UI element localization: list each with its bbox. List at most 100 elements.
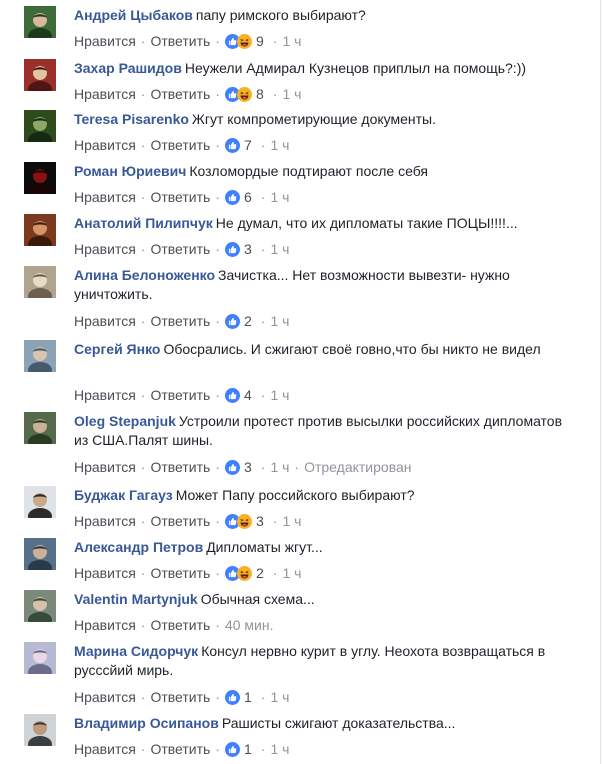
reactions-summary[interactable]: 9 (224, 32, 264, 50)
comment-author-link[interactable]: Захар Рашидов (74, 60, 182, 76)
comment-text: папу римского выбирают? (195, 7, 366, 23)
like-link[interactable]: Нравится (74, 512, 136, 530)
reply-link[interactable]: Ответить (150, 32, 210, 50)
avatar[interactable] (24, 642, 56, 674)
comment-timestamp[interactable]: 40 мин. (225, 616, 274, 634)
avatar[interactable] (24, 340, 56, 372)
reactions-summary[interactable]: 3 (224, 458, 252, 476)
reply-link[interactable]: Ответить (150, 312, 210, 330)
reactions-summary[interactable]: 1 (224, 740, 252, 758)
comment-author-link[interactable]: Сергей Янко (74, 341, 160, 357)
like-icon (224, 741, 240, 757)
reply-link[interactable]: Ответить (150, 740, 210, 758)
avatar[interactable] (24, 412, 56, 444)
avatar[interactable] (24, 6, 56, 38)
comment-body: Андрей Цыбаков папу римского выбирают? (74, 6, 574, 25)
like-link[interactable]: Нравится (74, 564, 136, 582)
comment-author-link[interactable]: Марина Сидорчук (74, 643, 198, 659)
separator-dot: · (140, 617, 146, 633)
comment-body: Алина Белоноженко Зачистка... Нет возможн… (74, 266, 574, 304)
avatar[interactable] (24, 266, 56, 298)
comment-timestamp[interactable]: 1 ч (282, 32, 301, 50)
reply-link[interactable]: Ответить (150, 512, 210, 530)
reply-link[interactable]: Ответить (150, 85, 210, 103)
like-link[interactable]: Нравится (74, 240, 136, 258)
reactions-summary[interactable]: 6 (224, 188, 252, 206)
reactions-summary[interactable]: 1 (224, 688, 252, 706)
avatar[interactable] (24, 486, 56, 518)
comment-timestamp[interactable]: 1 ч (270, 740, 289, 758)
reactions-summary[interactable]: 8 (224, 85, 264, 103)
comment-author-link[interactable]: Владимир Осипанов (74, 715, 219, 731)
like-link[interactable]: Нравится (74, 312, 136, 330)
comment-text: Жгут компрометирующие документы. (191, 111, 437, 127)
separator-dot: · (272, 565, 278, 581)
reaction-count: 7 (243, 137, 252, 153)
avatar[interactable] (24, 59, 56, 91)
avatar[interactable] (24, 214, 56, 246)
comment-timestamp[interactable]: 1 ч (270, 136, 289, 154)
reply-link[interactable]: Ответить (150, 386, 210, 404)
comment-timestamp[interactable]: 1 ч (270, 312, 289, 330)
like-link[interactable]: Нравится (74, 386, 136, 404)
comment-author-link[interactable]: Александр Петров (74, 539, 203, 555)
comment-body: Александр Петров Дипломаты жгут... (74, 538, 574, 557)
reactions-summary[interactable]: 3 (224, 512, 264, 530)
comment-text: Рашисты сжигают доказательства... (221, 715, 456, 731)
like-link[interactable]: Нравится (74, 616, 136, 634)
comment-author-link[interactable]: Алина Белоноженко (74, 267, 215, 283)
comment-timestamp[interactable]: 1 ч (282, 512, 301, 530)
comment-actions: Нравится · Ответить · 8 · 1 ч (74, 85, 301, 103)
avatar[interactable] (24, 714, 56, 746)
reactions-summary[interactable]: 2 (224, 312, 252, 330)
edited-label[interactable]: Отредактирован (304, 458, 411, 476)
separator-dot: · (140, 513, 146, 529)
avatar[interactable] (24, 162, 56, 194)
separator-dot: · (140, 741, 146, 757)
like-link[interactable]: Нравится (74, 740, 136, 758)
comment-author-link[interactable]: Анатолий Пилипчук (74, 215, 213, 231)
like-link[interactable]: Нравится (74, 136, 136, 154)
reaction-count: 6 (243, 189, 252, 205)
reply-link[interactable]: Ответить (150, 188, 210, 206)
reactions-summary[interactable]: 2 (224, 564, 264, 582)
comment-author-link[interactable]: Teresa Pisarenko (74, 111, 189, 127)
comment-author-link[interactable]: Андрей Цыбаков (74, 7, 193, 23)
comment-timestamp[interactable]: 1 ч (270, 188, 289, 206)
separator-dot: · (260, 137, 266, 153)
comment-actions: Нравится · Ответить · 4 · 1 ч (74, 386, 289, 404)
comment-timestamp[interactable]: 1 ч (282, 564, 301, 582)
comment-author-link[interactable]: Буджак Гагауз (74, 487, 173, 503)
avatar[interactable] (24, 590, 56, 622)
separator-dot: · (140, 689, 146, 705)
reactions-summary[interactable]: 4 (224, 386, 252, 404)
avatar[interactable] (24, 538, 56, 570)
comment-author-link[interactable]: Oleg Stepanjuk (74, 413, 176, 429)
like-icon (224, 189, 240, 205)
reply-link[interactable]: Ответить (150, 240, 210, 258)
like-link[interactable]: Нравится (74, 688, 136, 706)
comment-author-link[interactable]: Роман Юриевич (74, 163, 186, 179)
comment-timestamp[interactable]: 1 ч (270, 386, 289, 404)
comment-timestamp[interactable]: 1 ч (282, 85, 301, 103)
reply-link[interactable]: Ответить (150, 136, 210, 154)
separator-dot: · (260, 189, 266, 205)
like-link[interactable]: Нравится (74, 188, 136, 206)
comment-timestamp[interactable]: 1 ч (270, 240, 289, 258)
reply-link[interactable]: Ответить (150, 564, 210, 582)
separator-dot: · (272, 513, 278, 529)
reactions-summary[interactable]: 7 (224, 136, 252, 154)
like-link[interactable]: Нравится (74, 458, 136, 476)
comment-item: Valentin Martynjuk Обычная схема... Нравит… (0, 590, 603, 636)
comment-timestamp[interactable]: 1 ч (270, 458, 289, 476)
like-link[interactable]: Нравится (74, 32, 136, 50)
reactions-summary[interactable]: 3 (224, 240, 252, 258)
reply-link[interactable]: Ответить (150, 458, 210, 476)
like-link[interactable]: Нравится (74, 85, 136, 103)
comment-body: Oleg Stepanjuk Устроили протест против вы… (74, 412, 574, 450)
reply-link[interactable]: Ответить (150, 616, 210, 634)
comment-author-link[interactable]: Valentin Martynjuk (74, 591, 198, 607)
avatar[interactable] (24, 110, 56, 142)
comment-timestamp[interactable]: 1 ч (270, 688, 289, 706)
reply-link[interactable]: Ответить (150, 688, 210, 706)
